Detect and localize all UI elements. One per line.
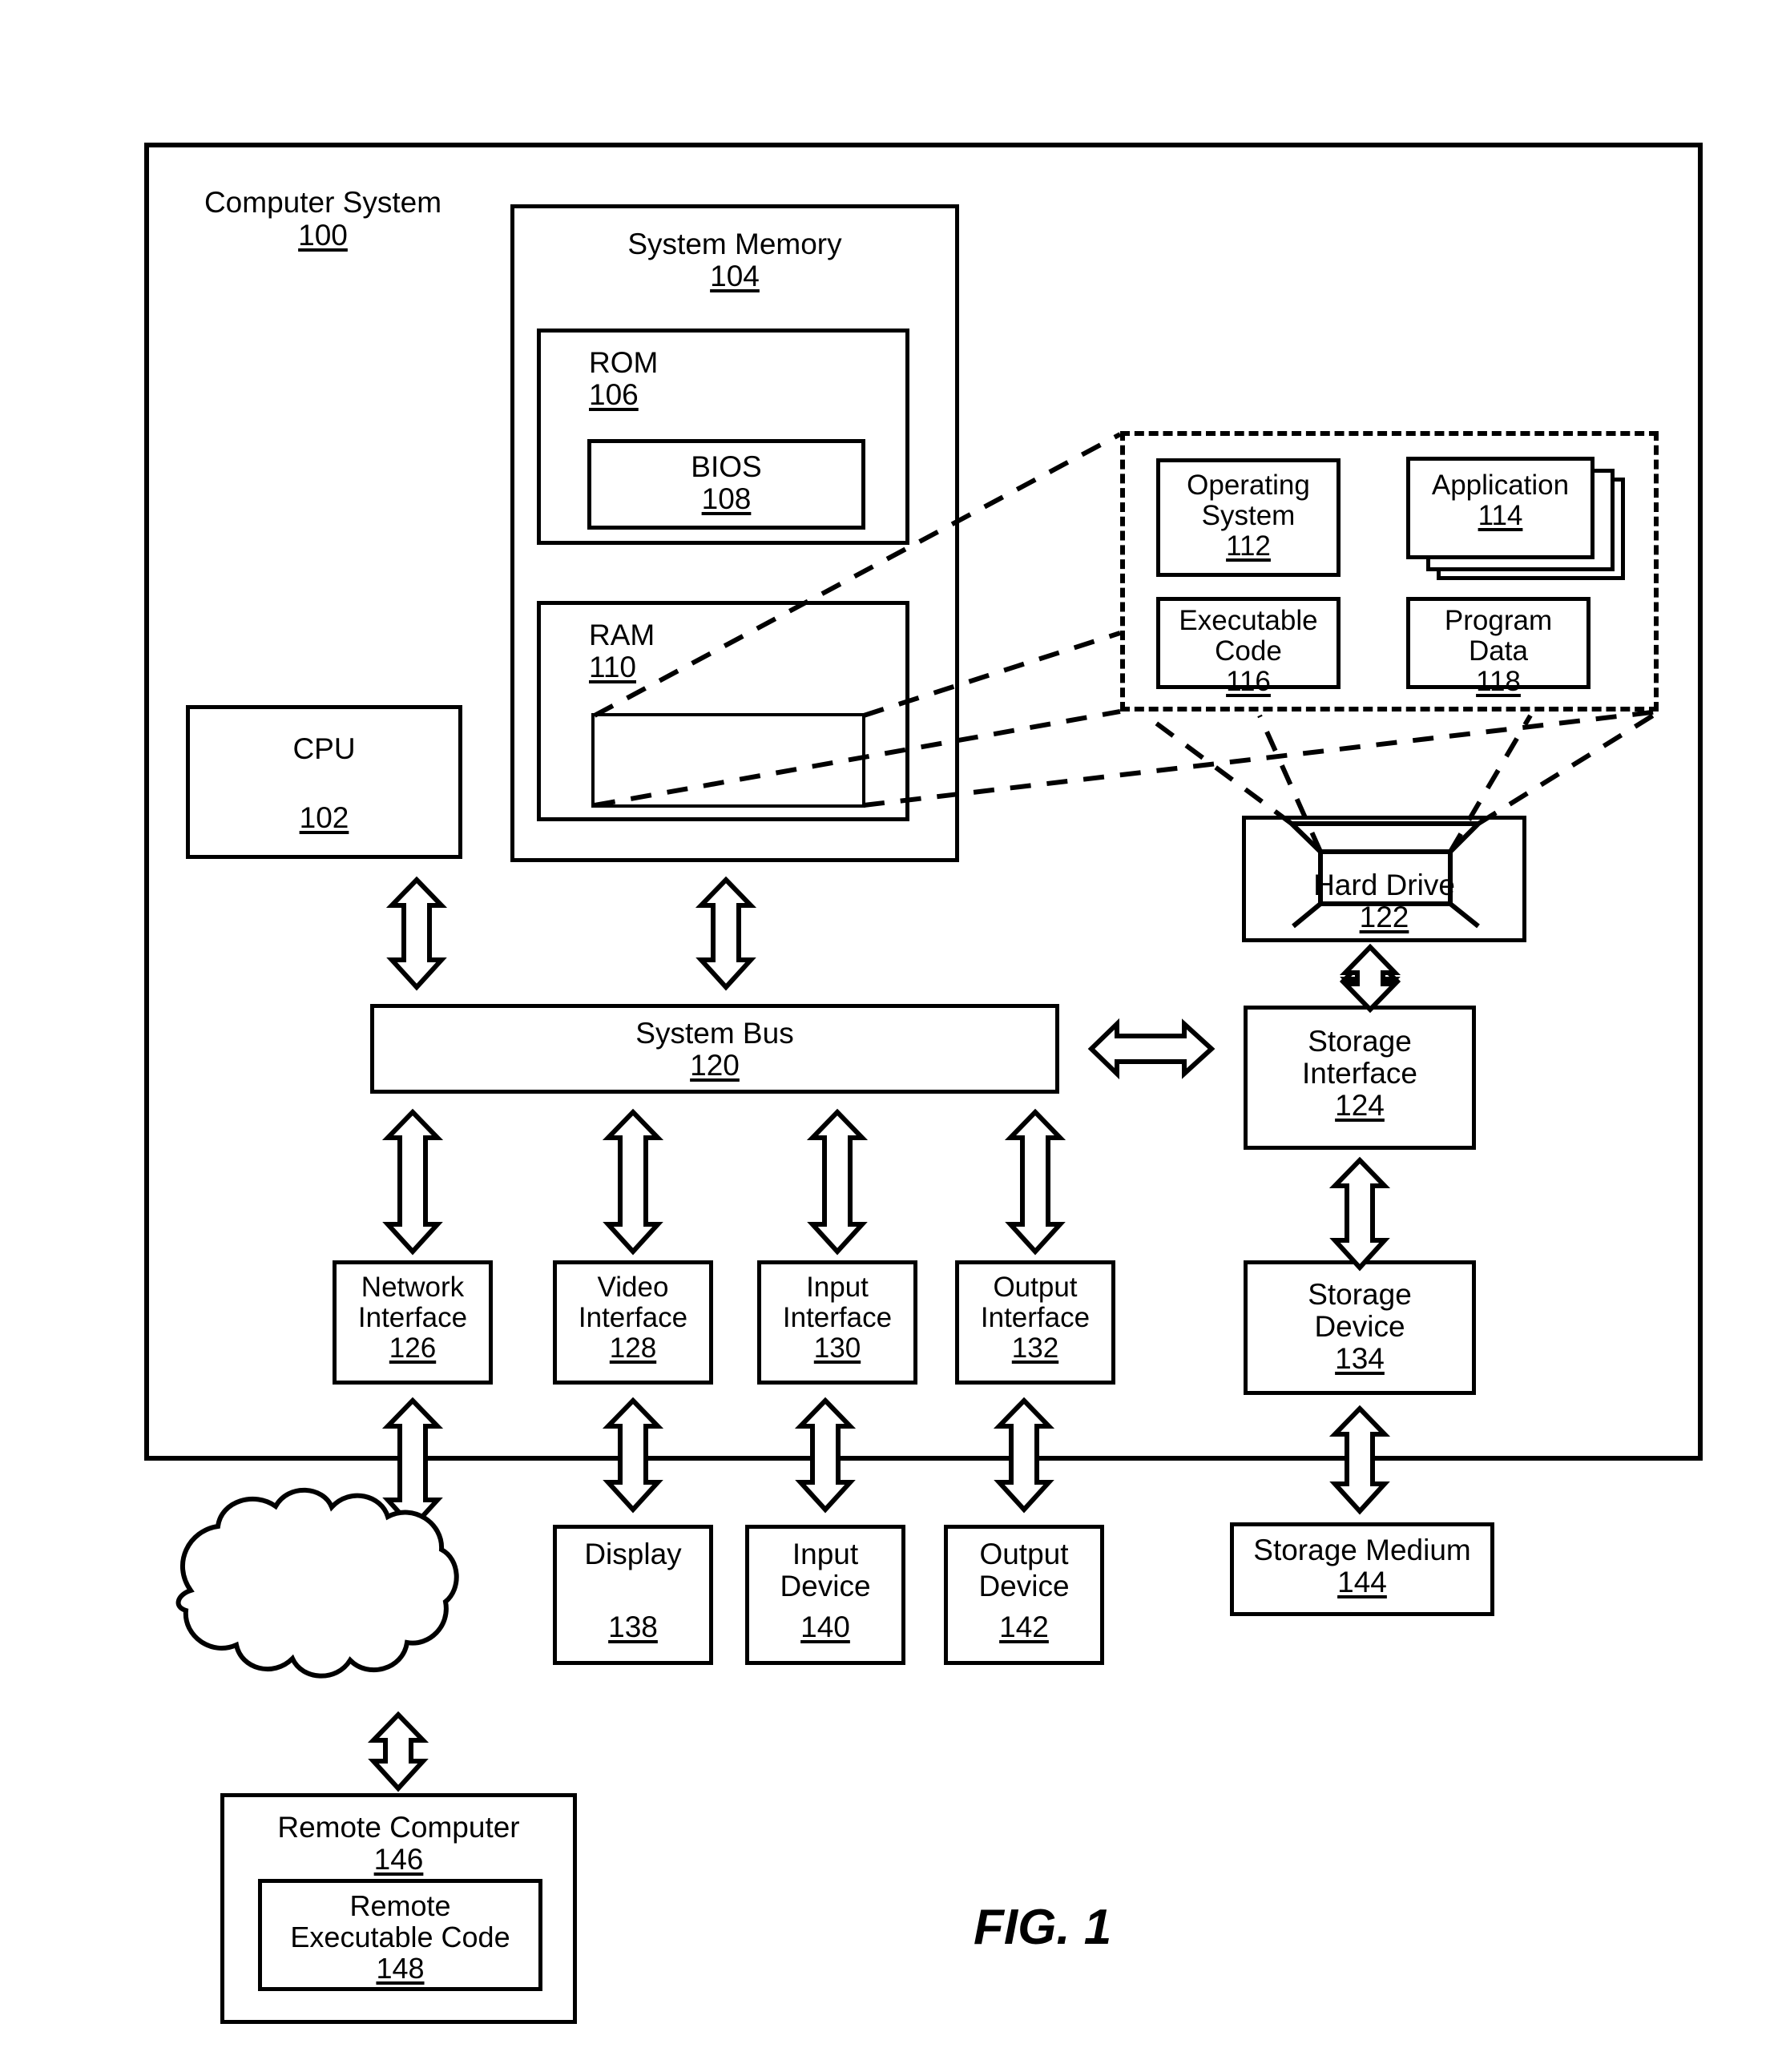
network-cloud-label: Network 136 — [264, 1566, 441, 1633]
input-interface-number: 130 — [813, 1332, 861, 1364]
rom-label: ROM — [589, 346, 659, 379]
system-memory-number: 104 — [710, 259, 760, 292]
ram-contents-rect — [591, 713, 865, 808]
program-data-label: Program Data — [1444, 605, 1553, 667]
display-box: Display 138 — [553, 1525, 713, 1665]
program-data-number: 118 — [1476, 665, 1521, 697]
arrow-network-remotecomputer — [367, 1711, 429, 1792]
network-interface-box: Network Interface 126 — [333, 1260, 493, 1385]
output-interface-label: Output Interface — [980, 1272, 1091, 1333]
storage-interface-number: 124 — [1335, 1088, 1385, 1122]
ram-number: 110 — [589, 650, 636, 683]
storage-device-number: 134 — [1335, 1341, 1385, 1375]
input-interface-box: Input Interface 130 — [757, 1260, 917, 1385]
system-bus-number: 120 — [690, 1048, 740, 1082]
executable-code-box: Executable Code 116 — [1156, 597, 1341, 696]
executable-code-label: Executable Code — [1179, 605, 1318, 667]
storage-interface-label: Storage Interface — [1302, 1025, 1417, 1090]
input-device-number: 140 — [800, 1610, 850, 1644]
output-device-label: Output Device — [978, 1538, 1070, 1602]
system-memory-label: System Memory — [627, 228, 842, 260]
storage-medium-number: 144 — [1337, 1565, 1387, 1598]
display-label: Display — [584, 1538, 682, 1570]
patent-figure-page: Computer System 100 System Memory 104 RO… — [0, 0, 1782, 2072]
remote-executable-code-number: 148 — [376, 1951, 425, 1985]
operating-system-box: Operating System 112 — [1156, 458, 1341, 577]
output-interface-number: 132 — [1011, 1332, 1059, 1364]
cpu-number: 102 — [299, 801, 349, 835]
remote-computer-label: Remote Computer — [277, 1811, 520, 1844]
application-label: Application — [1431, 470, 1570, 501]
network-interface-label: Network Interface — [357, 1272, 468, 1333]
output-device-number: 142 — [999, 1610, 1049, 1644]
bios-box: BIOS 108 — [587, 439, 865, 530]
input-device-box: Input Device 140 — [745, 1525, 905, 1665]
system-bus-box: System Bus 120 — [370, 1004, 1059, 1094]
application-number: 114 — [1478, 499, 1523, 531]
executable-code-number: 116 — [1226, 665, 1271, 697]
cpu-box: CPU 102 — [186, 705, 462, 859]
rom-number: 106 — [589, 377, 639, 411]
remote-executable-code-label: Remote Executable Code — [290, 1889, 510, 1953]
video-interface-box: Video Interface 128 — [553, 1260, 713, 1385]
storage-medium-label: Storage Medium — [1253, 1534, 1471, 1566]
hard-drive-box: Hard Drive 122 — [1242, 816, 1526, 942]
operating-system-number: 112 — [1226, 530, 1271, 562]
ram-label: RAM — [589, 619, 655, 651]
network-label: Network — [298, 1566, 407, 1599]
network-interface-number: 126 — [389, 1332, 437, 1364]
program-data-box: Program Data 118 — [1406, 597, 1590, 696]
video-interface-label: Video Interface — [578, 1272, 688, 1333]
remote-executable-code-box: Remote Executable Code 148 — [258, 1879, 542, 1991]
output-interface-box: Output Interface 132 — [955, 1260, 1115, 1385]
output-device-box: Output Device 142 — [944, 1525, 1104, 1665]
input-device-label: Input Device — [780, 1538, 871, 1602]
storage-medium-box: Storage Medium 144 — [1230, 1522, 1494, 1616]
computer-system-label: Computer System 100 — [191, 186, 455, 252]
operating-system-label: Operating System — [1187, 470, 1310, 531]
video-interface-number: 128 — [609, 1332, 657, 1364]
computer-system-label-text: Computer System — [204, 186, 442, 219]
figure-caption: FIG. 1 — [974, 1900, 1112, 1955]
computer-system-number: 100 — [298, 219, 348, 252]
bios-number: 108 — [701, 482, 752, 515]
network-number: 136 — [328, 1599, 377, 1633]
display-number: 138 — [608, 1610, 658, 1644]
system-bus-label: System Bus — [635, 1017, 794, 1050]
remote-computer-number: 146 — [373, 1842, 424, 1876]
cpu-label: CPU — [292, 732, 356, 765]
bios-label: BIOS — [691, 450, 762, 483]
storage-device-label: Storage Device — [1308, 1278, 1412, 1343]
application-box: Application 114 — [1406, 457, 1595, 559]
input-interface-label: Input Interface — [782, 1272, 893, 1333]
hard-drive-number: 122 — [1359, 901, 1409, 934]
storage-device-box: Storage Device 134 — [1244, 1260, 1476, 1395]
storage-interface-box: Storage Interface 124 — [1244, 1006, 1476, 1150]
hard-drive-label: Hard Drive — [1313, 869, 1455, 902]
